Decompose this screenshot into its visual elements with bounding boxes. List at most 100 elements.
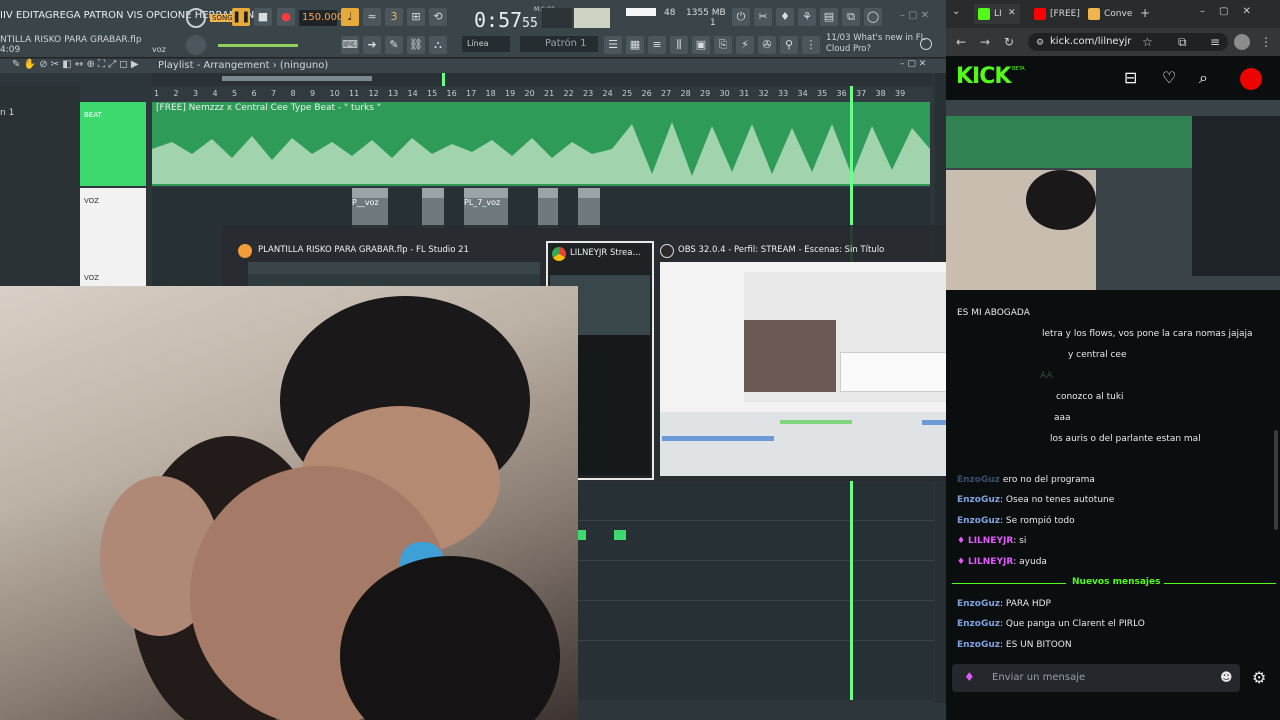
pause-icon[interactable]: ❚❚ — [232, 8, 250, 26]
tab-search-icon[interactable]: ⌄ — [952, 6, 960, 17]
bookmark-star-icon[interactable]: ☆ — [1142, 35, 1153, 49]
chat-username[interactable]: EnzoGuz — [957, 640, 1000, 650]
clipboard-icon[interactable]: ⎘ — [714, 36, 732, 54]
drag-icon[interactable]: ⋮ — [802, 36, 820, 54]
extensions-icon[interactable]: ⧉ — [1178, 35, 1187, 50]
forward-icon[interactable]: → — [980, 35, 990, 49]
stop-icon[interactable]: ■ — [254, 8, 272, 26]
playlist-lower-area[interactable] — [578, 480, 934, 700]
search-icon[interactable]: ⌕ — [1199, 68, 1208, 88]
address-bar[interactable]: kick.com/lilneyjr — [1028, 33, 1228, 51]
fl-song-mode[interactable]: SONG — [210, 14, 235, 22]
user-avatar[interactable] — [1240, 68, 1262, 90]
step-edit-icon[interactable]: ⊞ — [407, 8, 425, 26]
pencil-icon[interactable]: ✎ — [385, 36, 403, 54]
bucket-icon[interactable]: ⚲ — [780, 36, 798, 54]
record-icon[interactable]: ● — [277, 8, 295, 26]
chat-message[interactable]: EnzoGuz: Osea no tenes autotune — [957, 495, 1114, 505]
tempo-display[interactable]: 150.000 — [299, 10, 343, 26]
chat-username[interactable]: EnzoGuz — [957, 495, 1000, 505]
following-heart-icon[interactable]: ♡ — [1162, 68, 1176, 87]
voz-clip-3[interactable]: PL_7_voz — [464, 188, 508, 228]
chat-message[interactable]: EnzoGuz ero no del programa — [957, 475, 1095, 485]
browser-icon[interactable]: ▣ — [692, 36, 710, 54]
chat-message[interactable]: EnzoGuz: Que panga un Clarent el PIRLO — [957, 619, 1145, 629]
arrow-right-icon[interactable]: ➜ — [363, 36, 381, 54]
voz-clip-5[interactable] — [578, 188, 600, 228]
chat-message[interactable]: y central cee — [1068, 350, 1127, 360]
chat-input[interactable]: ♦ Enviar un mensaje ☻ — [952, 664, 1240, 692]
wrench-icon[interactable]: ✇ — [758, 36, 776, 54]
emoji-icon[interactable]: ☻ — [1220, 670, 1233, 684]
site-info-icon[interactable]: ⚙ — [1036, 38, 1044, 48]
lower-clip[interactable] — [614, 530, 626, 540]
chat-username[interactable]: LILNEYJR — [968, 557, 1013, 567]
browse-icon[interactable]: ⊟ — [1124, 68, 1137, 87]
chat-username[interactable]: EnzoGuz — [957, 599, 1000, 609]
track-header-beat[interactable]: BEAT — [80, 102, 146, 186]
keyboard-icon[interactable]: ⌨ — [341, 36, 359, 54]
chat-message[interactable]: EnzoGuz: PARA HDP — [957, 599, 1051, 609]
chat-message[interactable]: aaa — [1054, 413, 1071, 423]
chat-message[interactable]: conozco al tuki — [1056, 392, 1124, 402]
chat-username[interactable]: EnzoGuz — [957, 475, 1000, 485]
link-icon[interactable]: ⛓ — [407, 36, 425, 54]
channel-rack-icon[interactable]: ≡ — [648, 36, 666, 54]
lower-clip[interactable] — [578, 530, 586, 540]
voz-clip-2[interactable] — [422, 188, 444, 228]
back-icon[interactable]: ← — [956, 35, 966, 49]
mic-icon[interactable]: ♦ — [776, 8, 794, 26]
media-control-icon[interactable]: ≡ — [1210, 35, 1220, 49]
pattern-select[interactable]: Patrón 1 — [520, 36, 598, 52]
switcher-obs-title[interactable]: OBS 32.0.4 - Perfil: STREAM - Escenas: S… — [678, 245, 884, 255]
playlist-icon[interactable]: ☰ — [604, 36, 622, 54]
playlist-window-controls[interactable]: – ▢ ✕ — [900, 59, 926, 69]
fl-master-volume-knob-icon[interactable] — [186, 35, 206, 55]
stream-video-player[interactable] — [946, 100, 1280, 290]
kick-logo[interactable]: KICK — [956, 64, 1011, 89]
reload-icon[interactable]: ↻ — [1004, 35, 1014, 49]
voz-clip-4[interactable] — [538, 188, 558, 228]
chat-username[interactable]: EnzoGuz — [957, 619, 1000, 629]
new-tab-icon[interactable]: + — [1140, 6, 1150, 20]
pattern-list-item[interactable]: n 1 — [0, 108, 14, 118]
chat-username[interactable]: EnzoGuz — [957, 516, 1000, 526]
tab-close-icon[interactable]: ✕ — [1008, 8, 1016, 18]
chat-scrollbar[interactable] — [1274, 430, 1278, 530]
chat-message[interactable]: ES MI ABOGADA — [957, 308, 1030, 318]
save-icon[interactable]: ▤ — [820, 8, 838, 26]
metronome-icon[interactable]: ♩ — [341, 8, 359, 26]
playlist-overview[interactable] — [152, 73, 932, 86]
fl-master-volume-slider[interactable] — [218, 44, 298, 47]
timeline-ruler[interactable]: 1 2 3 4 5 6 7 8 9 10 11 12 13 14 15 16 17 18 19 20 21 22 23 24 2… — [152, 86, 932, 102]
chat-message[interactable]: ♦ LILNEYJR: ayuda — [957, 557, 1047, 567]
mixer-icon[interactable]: ⫼ — [670, 36, 688, 54]
news-panel[interactable]: 11/03 What's new in FL Cloud Pro? — [826, 33, 926, 55]
chat-message[interactable]: letra y los flows, vos pone la cara noma… — [1042, 329, 1253, 339]
plug-icon[interactable]: ⚡ — [736, 36, 754, 54]
chat-message[interactable]: EnzoGuz: Se rompió todo — [957, 516, 1075, 526]
snap-select[interactable]: Línea — [462, 36, 510, 52]
wait-record-icon[interactable]: ≈ — [363, 8, 381, 26]
cut-icon[interactable]: ✂ — [754, 8, 772, 26]
track-header-voz[interactable]: VOZ VOZ — [80, 188, 146, 286]
voz-clip-1[interactable]: P__voz — [352, 188, 388, 228]
chat-settings-gear-icon[interactable]: ⚙ — [1252, 668, 1266, 687]
chrome-menu-icon[interactable]: ⋮ — [1260, 35, 1272, 49]
export-icon[interactable]: ⧉ — [842, 8, 860, 26]
chrome-window-controls[interactable]: –▢✕ — [1200, 6, 1265, 17]
chat-bubble-icon[interactable]: ◯ — [864, 8, 882, 26]
piano-roll-icon[interactable]: ▦ — [626, 36, 644, 54]
stamp-icon[interactable]: ⛬ — [429, 36, 447, 54]
chat-username[interactable]: LILNEYJR — [968, 536, 1013, 546]
switcher-fl-title[interactable]: PLANTILLA RISKO PARA GRABAR.flp - FL Stu… — [258, 245, 469, 255]
loop-record-icon[interactable]: ⟲ — [429, 8, 447, 26]
chat-message[interactable]: EnzoGuz: ES UN BITOON — [957, 640, 1072, 650]
tab-convert[interactable]: Conve — [1084, 4, 1140, 24]
chrome-profile-icon[interactable] — [1234, 34, 1250, 50]
power-icon[interactable]: ⏻ — [732, 8, 750, 26]
overview-window[interactable] — [222, 76, 372, 81]
countdown-icon[interactable]: 3 — [385, 8, 403, 26]
playlist-tools[interactable]: ✎ ✋ ⊘ ✂ ◧ ↔ ⊕ ⛶ ⤢ ◻ ▶ — [12, 59, 139, 70]
help-icon[interactable] — [920, 38, 932, 50]
